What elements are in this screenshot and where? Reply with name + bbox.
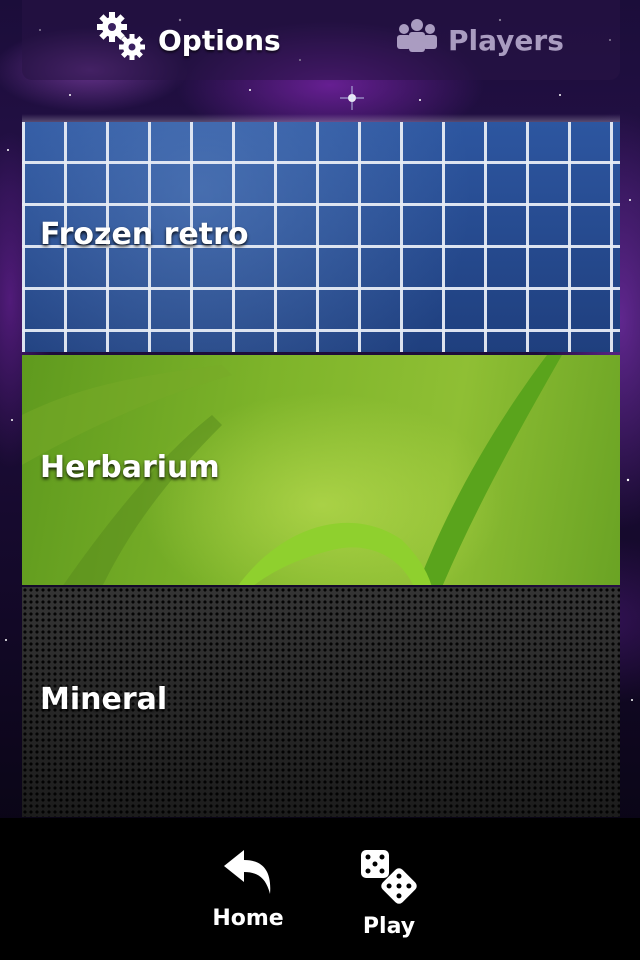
people-icon xyxy=(394,17,440,64)
home-label: Home xyxy=(212,906,284,931)
theme-label: Herbarium xyxy=(40,450,220,485)
theme-label: Mineral xyxy=(40,682,168,717)
home-button[interactable]: Home xyxy=(193,848,303,931)
play-button[interactable]: Play xyxy=(334,848,444,939)
tab-bar: Options Players xyxy=(22,0,620,80)
theme-mineral[interactable]: Mineral xyxy=(22,587,620,817)
bottom-toolbar: Home Play xyxy=(0,818,640,960)
play-label: Play xyxy=(362,914,416,939)
dice-icon xyxy=(361,850,417,904)
tab-options-label: Options xyxy=(158,23,281,57)
tab-players[interactable]: Players xyxy=(394,10,564,70)
tab-players-label: Players xyxy=(448,23,564,57)
header-divider xyxy=(22,114,620,122)
theme-frozen-retro[interactable]: Frozen retro xyxy=(22,122,620,352)
back-arrow-icon xyxy=(224,850,271,894)
theme-herbarium[interactable]: Herbarium xyxy=(22,355,620,585)
gears-icon xyxy=(94,9,150,72)
theme-label: Frozen retro xyxy=(40,217,249,252)
tab-options[interactable]: Options xyxy=(94,10,281,70)
